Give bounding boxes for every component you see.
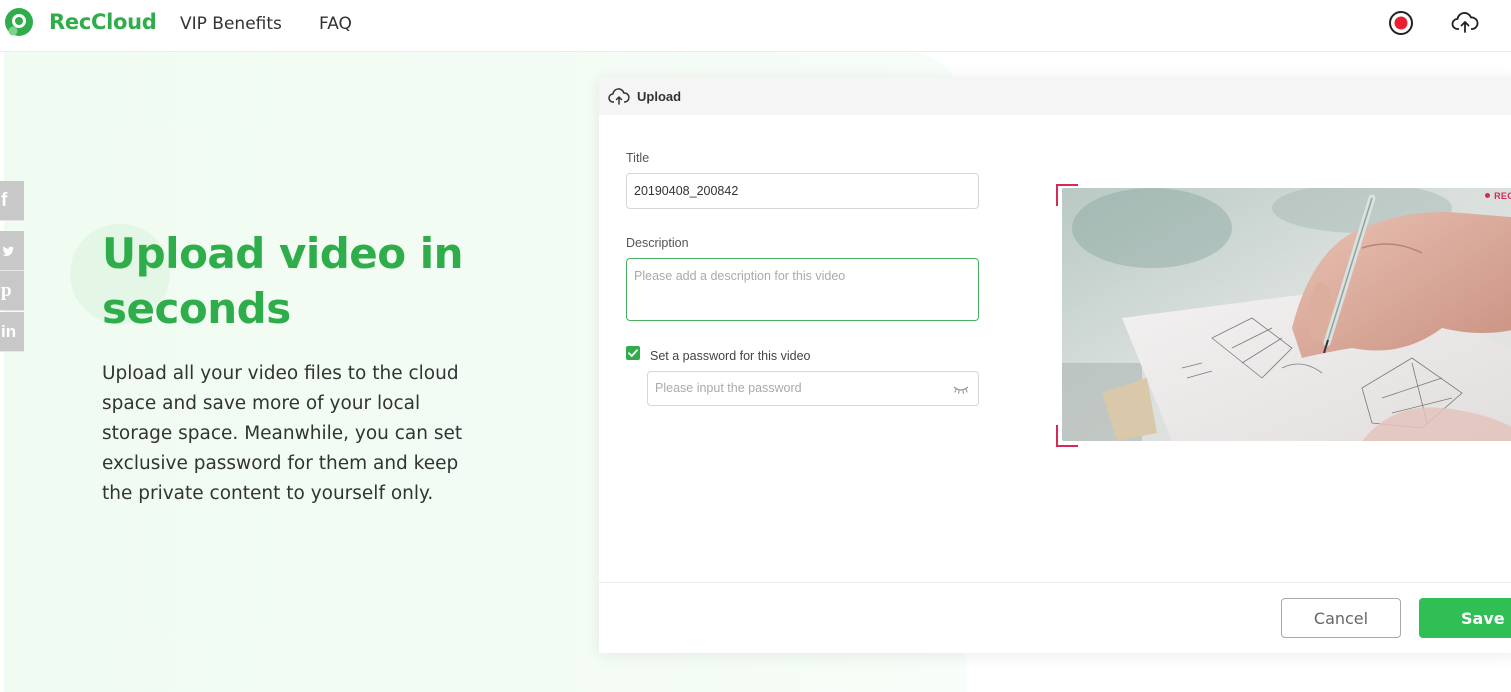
linkedin-icon: in: [1, 321, 17, 341]
video-preview: REC: [1056, 184, 1511, 447]
checkmark-icon: [628, 349, 638, 357]
twitter-share-button[interactable]: [0, 231, 24, 271]
password-checkbox-label[interactable]: Set a password for this video: [650, 349, 811, 363]
nav-vip-benefits[interactable]: VIP Benefits: [180, 14, 282, 34]
description-textarea[interactable]: Please add a description for this video: [626, 258, 979, 321]
nav-faq[interactable]: FAQ: [319, 14, 352, 34]
brand-name[interactable]: RecCloud: [49, 10, 157, 34]
title-label: Title: [626, 151, 650, 165]
pinterest-share-button[interactable]: p: [0, 271, 24, 311]
save-button[interactable]: Save: [1419, 598, 1511, 638]
upload-dialog: Upload Title 20190408_200842 Description…: [599, 77, 1511, 653]
cancel-button[interactable]: Cancel: [1281, 598, 1401, 638]
password-input[interactable]: Please input the password: [647, 371, 979, 406]
upload-dialog-title: Upload: [637, 89, 682, 104]
dialog-footer-divider: [599, 582, 1511, 583]
pinterest-icon: p: [1, 279, 12, 301]
preview-image-sketching-hand: [1062, 188, 1511, 441]
reccloud-logo-icon[interactable]: [4, 7, 34, 37]
title-input[interactable]: 20190408_200842: [626, 173, 979, 209]
eye-closed-icon[interactable]: [952, 382, 970, 396]
linkedin-share-button[interactable]: in: [0, 312, 24, 352]
password-placeholder: Please input the password: [655, 381, 802, 395]
description-label: Description: [626, 236, 689, 250]
facebook-icon: f: [1, 189, 8, 211]
facebook-share-button[interactable]: f: [0, 181, 24, 221]
twitter-icon: [2, 245, 15, 256]
hero-title: Upload video in seconds: [102, 229, 464, 333]
top-header: RecCloud VIP Benefits FAQ: [0, 0, 1511, 52]
upload-dialog-header: Upload: [599, 77, 1511, 115]
cloud-upload-icon: [608, 88, 630, 105]
rec-indicator: REC: [1485, 191, 1511, 201]
record-icon[interactable]: [1387, 9, 1415, 37]
cloud-upload-icon[interactable]: [1451, 9, 1479, 37]
hero-description: Upload all your video files to the cloud…: [102, 363, 463, 504]
password-checkbox[interactable]: [626, 346, 640, 360]
